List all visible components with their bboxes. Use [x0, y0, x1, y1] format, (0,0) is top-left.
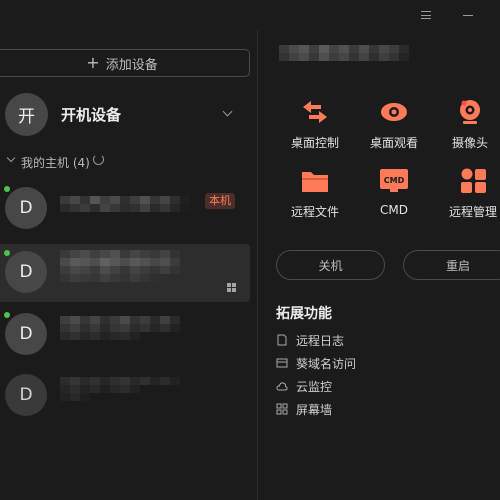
action-label: 远程文件	[290, 205, 339, 219]
remote-file-button[interactable]: 远程文件	[275, 167, 355, 227]
cmd-icon: CMD	[380, 169, 408, 192]
ext-label: 云监控	[296, 379, 333, 394]
online-indicator	[4, 186, 10, 192]
action-label: 桌面控制	[290, 136, 339, 150]
ext-label: 远程日志	[296, 333, 345, 348]
domain-icon	[276, 358, 288, 368]
folder-icon	[302, 172, 328, 192]
chevron-down-icon[interactable]	[6, 153, 16, 163]
device-item[interactable]: D 本机	[0, 180, 250, 238]
ext-item-screen-wall[interactable]: 屏幕墙	[276, 400, 332, 418]
power-on-devices-row[interactable]: 开 开机设备	[0, 90, 258, 140]
desktop-control-button[interactable]: 桌面控制	[275, 98, 355, 158]
add-device-label: 添加设备	[105, 57, 158, 73]
device-name-blurred	[60, 196, 200, 212]
remote-control-icon	[303, 101, 327, 123]
plus-icon: +	[86, 53, 100, 72]
device-sidebar: + 添加设备 开 开机设备 我的主机 (4) D 本机 D D D	[0, 30, 258, 500]
camera-icon	[460, 100, 480, 124]
device-title-blurred	[279, 45, 419, 61]
ext-label: 葵域名访问	[296, 356, 357, 371]
log-icon	[277, 334, 287, 346]
chevron-down-icon[interactable]	[222, 106, 233, 117]
shutdown-button[interactable]: 关机	[276, 250, 385, 280]
action-label: 摄像头	[451, 136, 488, 150]
online-indicator	[4, 312, 10, 318]
action-label: CMD	[380, 203, 408, 217]
desktop-view-button[interactable]: 桌面观看	[354, 98, 434, 158]
host-group-header[interactable]: 我的主机 (4)	[0, 152, 258, 172]
remote-manage-button[interactable]: 远程管理	[433, 167, 500, 227]
cmd-button[interactable]: CMD CMD	[354, 167, 434, 227]
title-bar	[0, 0, 500, 30]
ext-label: 屏幕墙	[296, 402, 333, 417]
device-item[interactable]: D	[0, 306, 250, 364]
restart-button[interactable]: 重启	[403, 250, 500, 280]
eye-icon	[381, 103, 407, 121]
local-device-badge: 本机	[205, 193, 235, 209]
device-name-blurred	[60, 377, 200, 401]
device-name-blurred	[60, 250, 200, 282]
device-avatar: D	[5, 313, 47, 355]
screen-wall-icon	[276, 403, 288, 415]
refresh-icon[interactable]	[93, 154, 104, 165]
ext-item-domain-access[interactable]: 葵域名访问	[276, 354, 356, 372]
minimize-icon[interactable]	[458, 6, 478, 24]
device-avatar: D	[5, 374, 47, 416]
windows-icon	[227, 283, 237, 293]
device-avatar: D	[5, 187, 47, 229]
ext-item-remote-log[interactable]: 远程日志	[276, 331, 344, 349]
camera-button[interactable]: 摄像头	[430, 98, 500, 158]
svg-text:CMD: CMD	[384, 176, 405, 185]
device-name-blurred	[60, 316, 200, 340]
extensions-title: 拓展功能	[276, 306, 332, 322]
device-avatar: D	[5, 251, 47, 293]
device-item[interactable]: D	[0, 367, 250, 425]
online-indicator	[4, 250, 10, 256]
action-label: 桌面观看	[369, 136, 418, 150]
power-on-label: 开机设备	[61, 106, 122, 124]
host-group-label: 我的主机 (4)	[21, 156, 90, 170]
ext-item-cloud-monitor[interactable]: 云监控	[276, 377, 332, 395]
manage-grid-icon	[461, 168, 486, 193]
power-on-avatar: 开	[5, 93, 48, 136]
action-label: 远程管理	[448, 205, 497, 219]
cloud-icon	[276, 382, 288, 391]
menu-icon[interactable]	[416, 6, 436, 24]
device-item[interactable]: D	[0, 244, 250, 302]
add-device-button[interactable]: + 添加设备	[0, 49, 250, 77]
device-detail-panel: 桌面控制 桌面观看 摄像头 远程文件 CMD CMD 远程管理 关机 重启 拓展…	[259, 30, 500, 500]
